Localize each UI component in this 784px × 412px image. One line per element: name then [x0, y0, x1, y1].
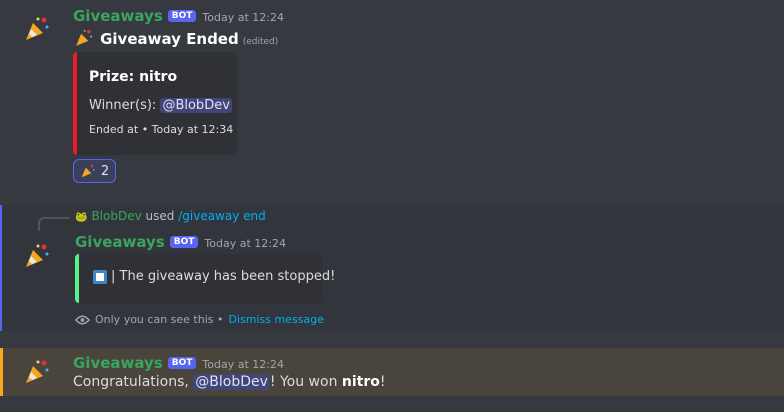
bot-tag: BOT	[169, 236, 199, 248]
bot-avatar[interactable]	[20, 239, 54, 273]
command-used-line: 🐸 BlobDev used /giveaway end	[75, 209, 266, 223]
party-popper-icon	[81, 164, 95, 178]
ephemeral-notice: Only you can see this • Dismiss message	[75, 313, 324, 326]
timestamp[interactable]: Today at 12:24	[202, 358, 284, 371]
text-middle: ! You won	[269, 374, 338, 390]
stopped-embed: | The giveaway has been stopped!	[75, 254, 335, 303]
embed-description: | The giveaway has been stopped!	[93, 269, 335, 284]
bot-tag: BOT	[167, 10, 197, 22]
message-header: Giveaways BOT Today at 12:24	[73, 6, 284, 25]
embed-winner: Winner(s): @BlobDev	[89, 98, 232, 113]
text-end: !	[379, 374, 386, 390]
ephemeral-text: Only you can see this •	[95, 313, 224, 326]
giveaway-embed: Prize: nitro Winner(s): @BlobDev Ended a…	[73, 52, 237, 155]
bot-tag: BOT	[167, 357, 197, 369]
bot-avatar[interactable]	[20, 12, 54, 46]
message-title-line: Giveaway Ended (edited)	[73, 28, 278, 48]
message-congratulations: Giveaways BOT Today at 12:24 Congratulatio…	[0, 348, 784, 396]
bot-username[interactable]: Giveaways	[73, 7, 163, 25]
prize-text: nitro	[341, 374, 380, 390]
party-popper-icon	[26, 17, 49, 40]
party-popper-icon	[76, 29, 93, 46]
timestamp[interactable]: Today at 12:24	[204, 237, 286, 250]
bot-username[interactable]: Giveaways	[73, 354, 163, 372]
reaction-count: 2	[100, 163, 110, 179]
text-before: Congratulations,	[73, 374, 189, 390]
message-giveaway-stopped: 🐸 BlobDev used /giveaway end Giveaways BOT…	[0, 205, 784, 331]
eye-icon	[75, 315, 90, 324]
stop-button-icon	[93, 269, 107, 284]
message-content: Congratulations, @BlobDev! You won nitro…	[73, 374, 386, 390]
used-label: used	[145, 209, 175, 223]
message-title: Giveaway Ended	[100, 30, 239, 48]
message-header: Giveaways BOT Today at 12:24	[73, 353, 284, 372]
user-mention[interactable]: @BlobDev	[193, 374, 270, 390]
message-header: Giveaways BOT Today at 12:24	[75, 232, 286, 251]
dismiss-message-link[interactable]: Dismiss message	[228, 313, 323, 326]
edited-label: (edited)	[242, 37, 279, 47]
embed-text: | The giveaway has been stopped!	[111, 269, 336, 284]
party-popper-icon	[26, 360, 49, 383]
winner-label: Winner(s):	[89, 98, 157, 113]
bot-avatar[interactable]	[20, 355, 54, 389]
embed-footer: Ended at • Today at 12:34	[89, 123, 234, 136]
user-avatar-icon: 🐸	[75, 212, 88, 223]
embed-prize: Prize: nitro	[89, 69, 178, 85]
command-name[interactable]: /giveaway end	[178, 209, 266, 223]
reply-connector	[38, 217, 70, 231]
command-user[interactable]: BlobDev	[91, 209, 141, 223]
reaction-button[interactable]: 2	[73, 159, 116, 183]
party-popper-icon	[26, 244, 49, 267]
bot-username[interactable]: Giveaways	[75, 233, 165, 251]
timestamp[interactable]: Today at 12:24	[202, 11, 284, 24]
winner-mention[interactable]: @BlobDev	[160, 98, 232, 113]
message-giveaway-ended: Giveaways BOT Today at 12:24 Giveaway Ende…	[0, 0, 784, 190]
